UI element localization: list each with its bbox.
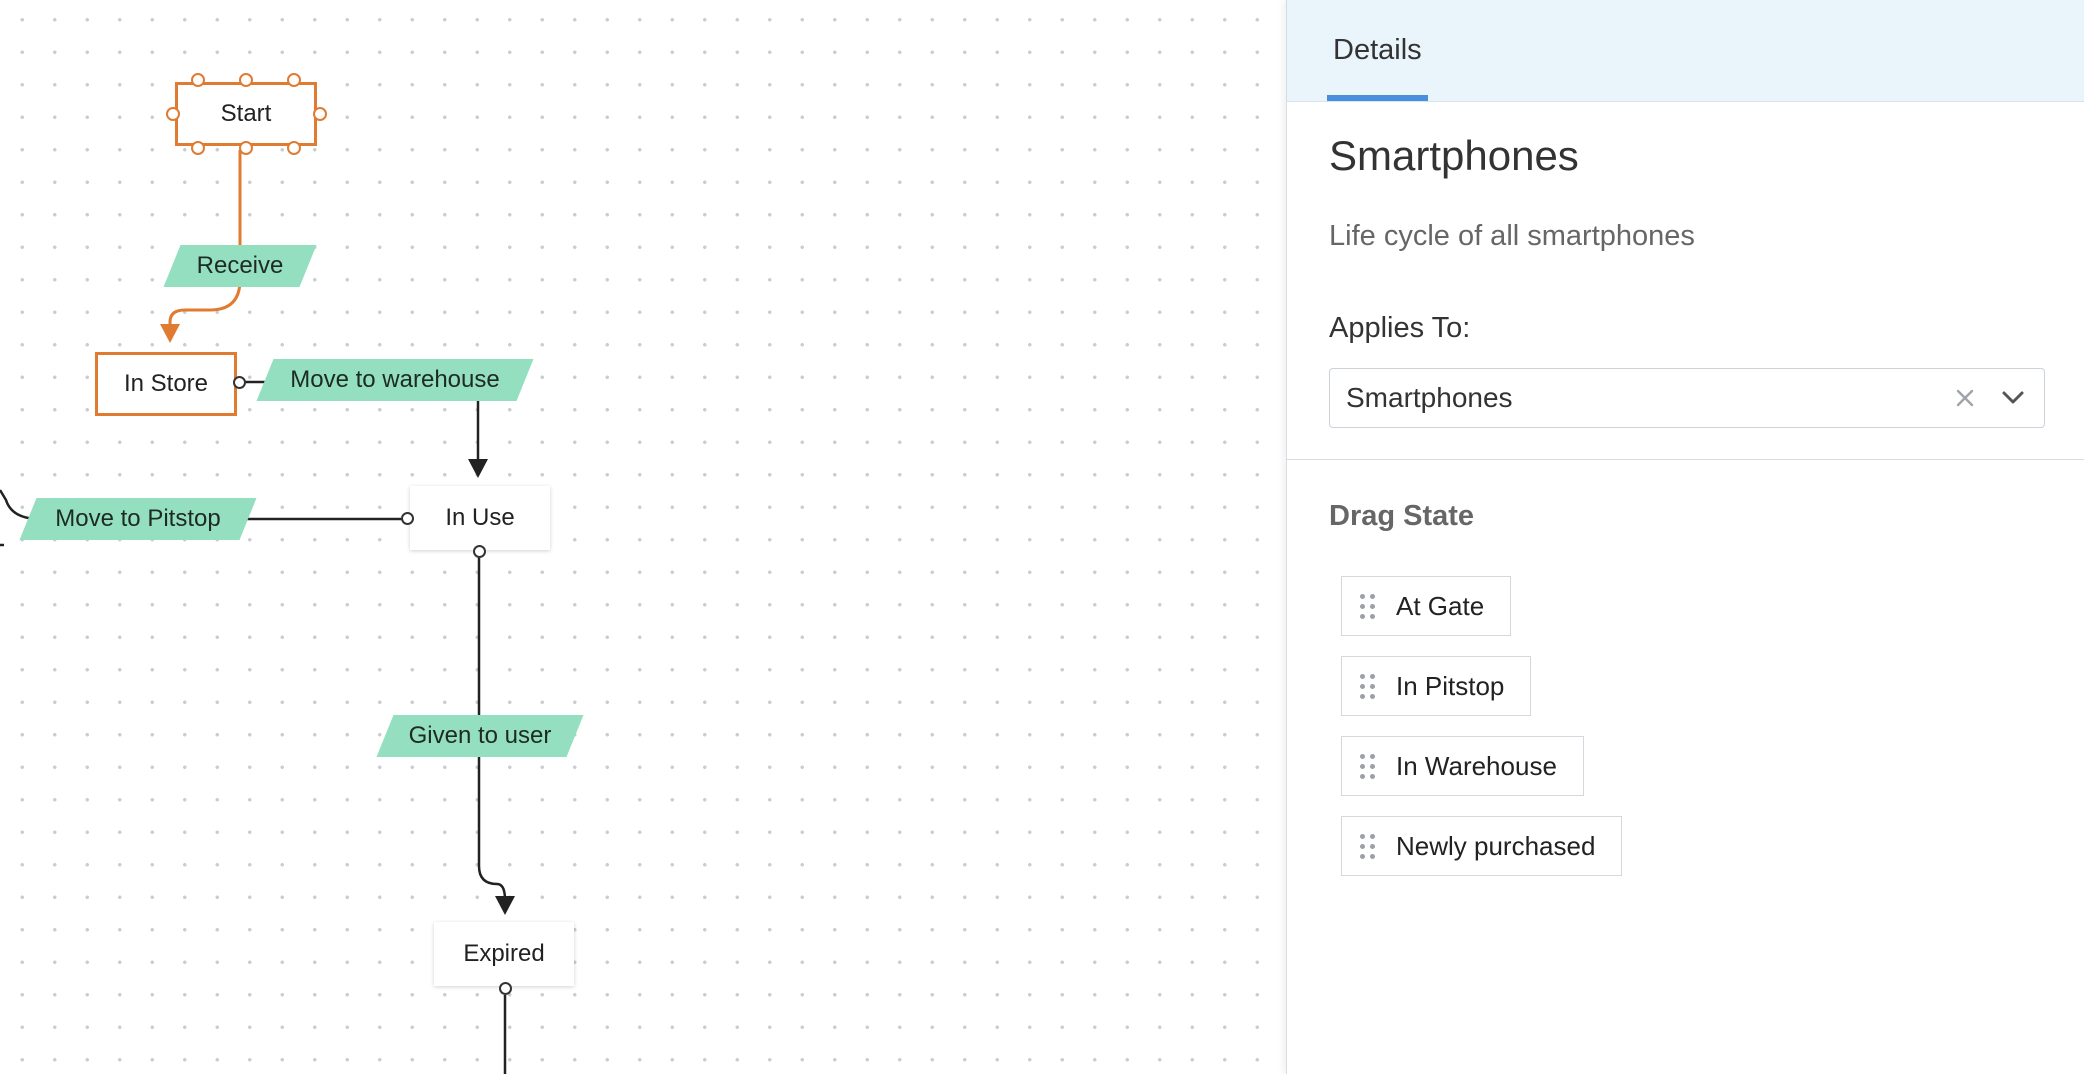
arrowhead-expired (495, 896, 515, 915)
transition-move-to-warehouse-label: Move to warehouse (290, 366, 500, 393)
transition-given-to-user-label: Given to user (408, 722, 552, 749)
resize-handle-top-center[interactable] (239, 73, 253, 87)
transition-move-to-warehouse[interactable]: Move to warehouse (265, 359, 525, 401)
resize-handle-bottom-right[interactable] (287, 141, 301, 155)
node-expired-label: Expired (463, 940, 545, 967)
drag-state-label: In Warehouse (1396, 750, 1557, 781)
arrowhead-in-store (160, 324, 180, 343)
drag-state-item[interactable]: At Gate (1341, 576, 1512, 636)
node-start-label: Start (220, 100, 272, 127)
chevron-down-icon[interactable] (1996, 381, 2030, 415)
details-tabbar: Details (1287, 0, 2084, 102)
drag-state-item[interactable]: In Pitstop (1341, 656, 1532, 716)
drag-state-label: At Gate (1396, 590, 1485, 621)
applies-to-value: Smartphones (1346, 382, 1513, 413)
workflow-title: Smartphones (1329, 132, 1579, 179)
resize-handle-bottom-left[interactable] (191, 141, 205, 155)
edge-start-to-in-store[interactable] (168, 150, 242, 330)
drag-state-heading: Drag State (1329, 500, 1475, 532)
resize-handle-top-left[interactable] (191, 73, 205, 87)
drag-handle-icon[interactable] (1360, 753, 1376, 779)
port-in-use-bottom[interactable] (473, 545, 486, 558)
drag-handle-icon[interactable] (1360, 673, 1376, 699)
resize-handle-top-right[interactable] (287, 73, 301, 87)
port-in-use-left[interactable] (401, 512, 414, 525)
drag-state-list: At Gate In Pitstop In Warehouse Newly pu… (1341, 576, 1623, 896)
tab-details[interactable]: Details (1327, 0, 1428, 101)
node-start[interactable]: Start (175, 82, 317, 146)
node-in-store[interactable]: In Store (95, 352, 237, 416)
node-in-use[interactable]: In Use (410, 486, 550, 550)
resize-handle-right[interactable] (313, 107, 327, 121)
port-expired-bottom[interactable] (499, 982, 512, 995)
applies-to-select[interactable]: Smartphones (1329, 368, 2045, 428)
tab-details-label: Details (1333, 34, 1422, 66)
transition-move-to-pitstop[interactable]: Move to Pitstop (28, 498, 248, 540)
drag-handle-icon[interactable] (1360, 593, 1376, 619)
node-expired[interactable]: Expired (434, 922, 574, 986)
resize-handle-bottom-center[interactable] (239, 141, 253, 155)
workflow-description: Life cycle of all smartphones (1329, 220, 1695, 252)
drag-state-label: In Pitstop (1396, 670, 1505, 701)
applies-to-label: Applies To: (1329, 312, 1471, 344)
clear-icon[interactable] (1948, 381, 1982, 415)
node-in-use-label: In Use (445, 504, 515, 531)
drag-state-item[interactable]: In Warehouse (1341, 736, 1584, 796)
transition-receive[interactable]: Receive (172, 245, 308, 287)
transition-move-to-pitstop-label: Move to Pitstop (55, 505, 221, 532)
details-panel: Details Smartphones Life cycle of all sm… (1286, 0, 2084, 1074)
drag-state-label: Newly purchased (1396, 830, 1596, 861)
transition-receive-label: Receive (196, 252, 284, 279)
workflow-canvas[interactable]: Start Receive In Store Move to warehouse… (0, 0, 1286, 1074)
transition-given-to-user[interactable]: Given to user (385, 715, 575, 757)
drag-state-item[interactable]: Newly purchased (1341, 816, 1623, 876)
section-divider (1287, 459, 2084, 460)
port-in-store-right[interactable] (233, 376, 246, 389)
arrowhead-in-use (468, 459, 488, 478)
node-in-store-label: In Store (123, 370, 209, 397)
resize-handle-left[interactable] (166, 107, 180, 121)
drag-handle-icon[interactable] (1360, 833, 1376, 859)
